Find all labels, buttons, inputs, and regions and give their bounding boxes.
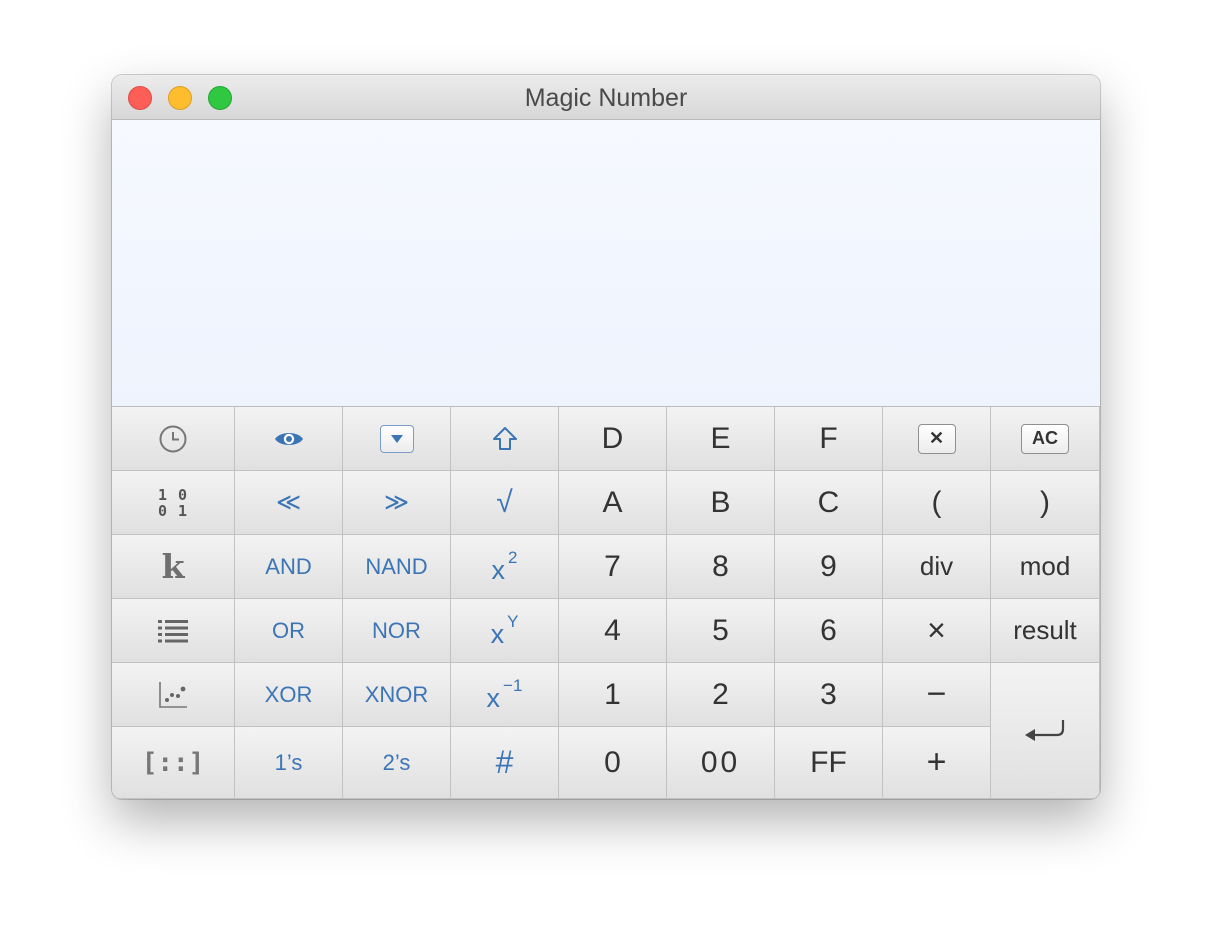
square-button[interactable]: x 2	[451, 535, 559, 599]
plus-button[interactable]: +	[883, 727, 991, 799]
left-paren-button[interactable]: (	[883, 471, 991, 535]
digit-f-button[interactable]: F	[775, 407, 883, 471]
square-base: x	[491, 554, 506, 585]
title-bar[interactable]: Magic Number	[112, 75, 1100, 120]
constants-icon: k	[161, 547, 185, 586]
binary-icon: 1 0 0 1	[158, 487, 188, 519]
inverse-exponent: −1	[503, 675, 523, 695]
twos-complement-button[interactable]: 2’s	[343, 727, 451, 799]
digit-b-button[interactable]: B	[667, 471, 775, 535]
display-area[interactable]	[112, 120, 1100, 407]
mod-button[interactable]: mod	[991, 535, 1100, 599]
digit-ff-button[interactable]: FF	[775, 727, 883, 799]
plot-button[interactable]	[112, 663, 235, 727]
binary-view-button[interactable]: 1 0 0 1	[112, 471, 235, 535]
digit-a-button[interactable]: A	[559, 471, 667, 535]
digit-c-button[interactable]: C	[775, 471, 883, 535]
history-button[interactable]	[112, 407, 235, 471]
or-button[interactable]: OR	[235, 599, 343, 663]
inverse-base: x	[486, 682, 501, 713]
nor-button[interactable]: NOR	[343, 599, 451, 663]
delete-button[interactable]: ✕	[883, 407, 991, 471]
binary-icon-top: 1 0	[157, 485, 189, 504]
shift-right-button[interactable]: ≫	[343, 471, 451, 535]
square-label: x 2	[492, 549, 518, 585]
digit-2-button[interactable]: 2	[667, 663, 775, 727]
digit-8-button[interactable]: 8	[667, 535, 775, 599]
xor-button[interactable]: XOR	[235, 663, 343, 727]
keypad: D E F ✕ AC 1 0 0 1 ≪ ≫ √ A B C ( ) k AND…	[112, 407, 1100, 799]
right-paren-button[interactable]: )	[991, 471, 1100, 535]
digit-0-button[interactable]: 0	[559, 727, 667, 799]
xnor-button[interactable]: XNOR	[343, 663, 451, 727]
multiply-button[interactable]: ×	[883, 599, 991, 663]
inverse-button[interactable]: x −1	[451, 663, 559, 727]
shift-button[interactable]	[451, 407, 559, 471]
digit-5-button[interactable]: 5	[667, 599, 775, 663]
eye-icon	[273, 428, 305, 450]
and-button[interactable]: AND	[235, 535, 343, 599]
digit-4-button[interactable]: 4	[559, 599, 667, 663]
window-title: Magic Number	[524, 84, 688, 112]
list-button[interactable]	[112, 599, 235, 663]
delete-icon: ✕	[917, 423, 956, 454]
dropdown-icon	[379, 424, 414, 453]
digit-1-button[interactable]: 1	[559, 663, 667, 727]
matrix-button[interactable]: [::]	[112, 727, 235, 799]
digit-d-button[interactable]: D	[559, 407, 667, 471]
enter-icon	[1023, 716, 1067, 746]
list-icon	[158, 619, 188, 643]
digit-9-button[interactable]: 9	[775, 535, 883, 599]
matrix-icon: [::]	[141, 747, 205, 778]
ones-complement-button[interactable]: 1’s	[235, 727, 343, 799]
dropdown-button[interactable]	[343, 407, 451, 471]
sqrt-button[interactable]: √	[451, 471, 559, 535]
constants-button[interactable]: k	[112, 535, 235, 599]
digit-7-button[interactable]: 7	[559, 535, 667, 599]
square-exponent: 2	[508, 547, 518, 567]
result-button[interactable]: result	[991, 599, 1100, 663]
digit-e-button[interactable]: E	[667, 407, 775, 471]
power-base: x	[490, 618, 505, 649]
enter-button[interactable]	[991, 663, 1100, 799]
hash-button[interactable]: #	[451, 727, 559, 799]
digit-00-button[interactable]: 00	[667, 727, 775, 799]
shift-up-icon	[492, 426, 518, 452]
div-button[interactable]: div	[883, 535, 991, 599]
power-label: x Y	[491, 613, 519, 649]
power-exponent: Y	[507, 611, 519, 631]
calculator-window: Magic Number D E F ✕ AC 1 0 0 1 ≪ ≫ √ A …	[112, 75, 1100, 799]
nand-button[interactable]: NAND	[343, 535, 451, 599]
all-clear-button[interactable]: AC	[991, 407, 1100, 471]
power-button[interactable]: x Y	[451, 599, 559, 663]
digit-3-button[interactable]: 3	[775, 663, 883, 727]
all-clear-label: AC	[1021, 423, 1069, 454]
minus-button[interactable]: −	[883, 663, 991, 727]
scatter-plot-icon	[158, 681, 188, 709]
shift-left-button[interactable]: ≪	[235, 471, 343, 535]
clock-icon	[158, 424, 188, 454]
view-toggle-button[interactable]	[235, 407, 343, 471]
inverse-label: x −1	[487, 677, 523, 713]
binary-icon-bottom: 0 1	[157, 501, 189, 520]
digit-6-button[interactable]: 6	[775, 599, 883, 663]
